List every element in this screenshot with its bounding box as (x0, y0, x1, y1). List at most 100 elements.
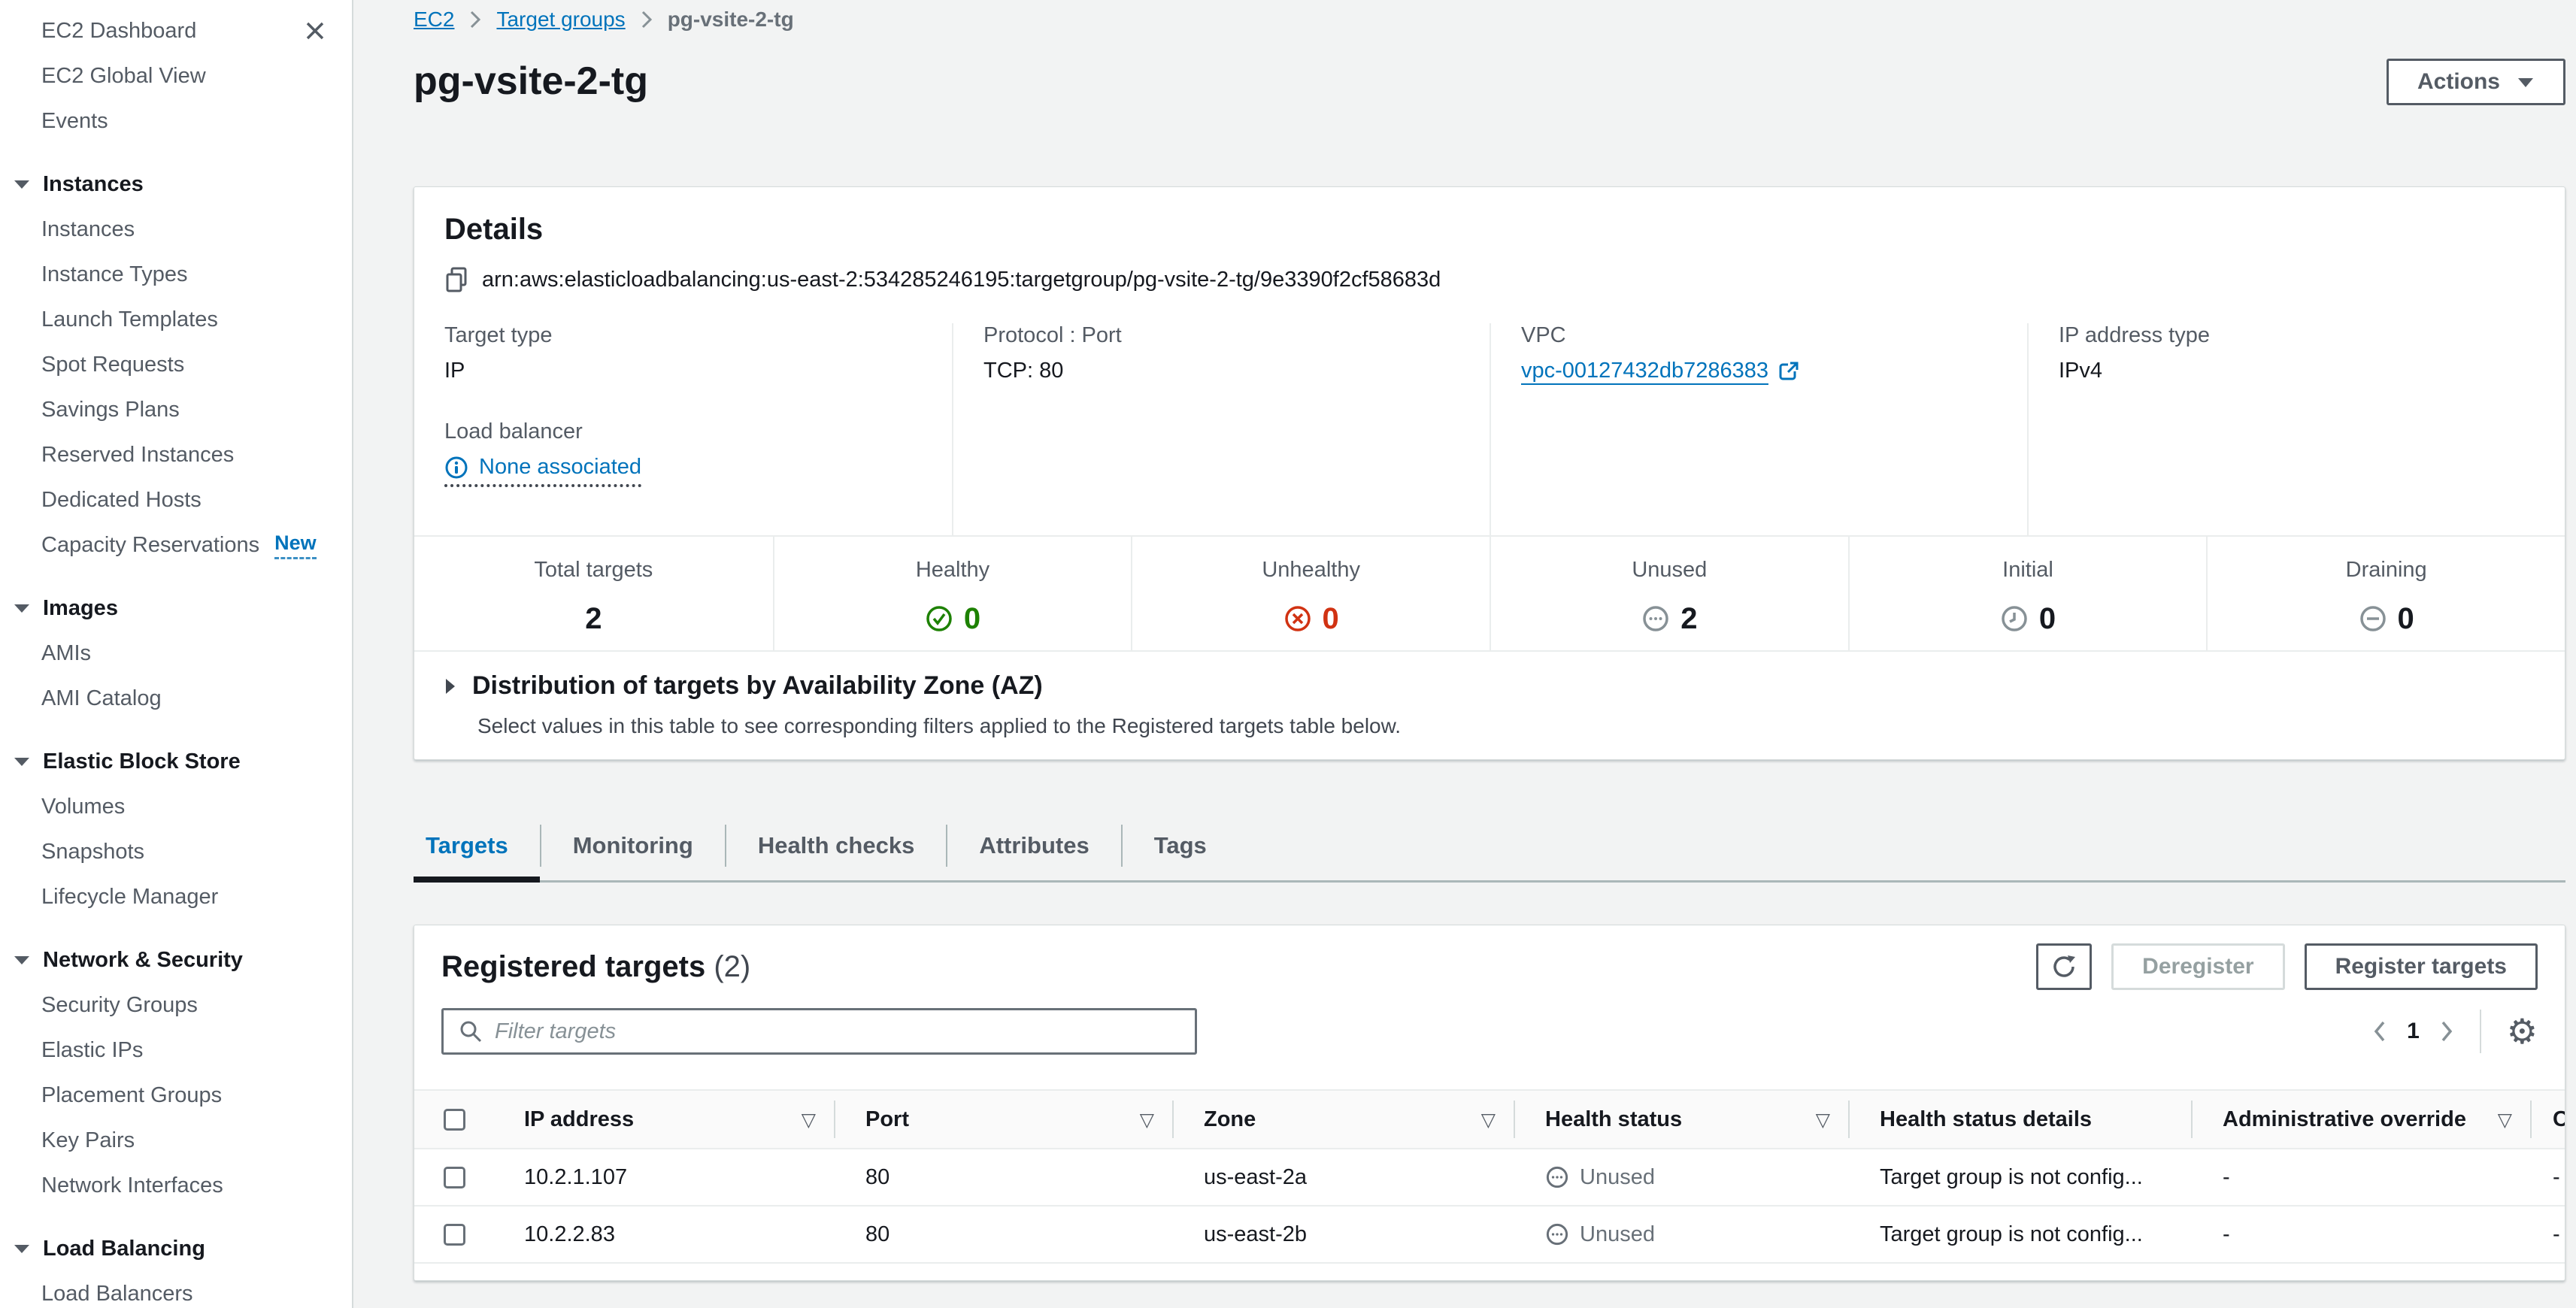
search-icon (459, 1019, 483, 1043)
sidebar-item-load-balancers[interactable]: Load Balancers (0, 1271, 352, 1308)
column-header-ip-address[interactable]: IP address ▽ (494, 1091, 835, 1148)
clock-icon (2000, 604, 2029, 633)
close-icon[interactable] (303, 19, 327, 43)
previous-page-icon[interactable] (2372, 1019, 2387, 1043)
arn-row: arn:aws:elasticloadbalancing:us-east-2:5… (444, 265, 2535, 295)
sidebar-item-label: EC2 Dashboard (41, 19, 196, 44)
copy-icon[interactable] (444, 266, 468, 293)
caret-down-icon (2517, 77, 2535, 88)
refresh-icon (2050, 953, 2077, 980)
target-health-stats: Total targets 2 Healthy 0 Unhealthy 0 Un… (414, 535, 2565, 652)
target-group-arn: arn:aws:elasticloadbalancing:us-east-2:5… (482, 268, 1441, 292)
sidebar-section-header-images[interactable]: Images (0, 586, 352, 631)
next-page-icon[interactable] (2439, 1019, 2454, 1043)
sidebar-item-network-interfaces[interactable]: Network Interfaces (0, 1163, 352, 1208)
sidebar-item-instances[interactable]: Instances (0, 207, 352, 252)
cell-administrative-override: - (2193, 1222, 2532, 1247)
chevron-right-icon (469, 9, 481, 30)
sidebar-item-elastic-ips[interactable]: Elastic IPs (0, 1028, 352, 1073)
sidebar-item-volumes[interactable]: Volumes (0, 784, 352, 829)
sidebar-item-instance-types[interactable]: Instance Types (0, 252, 352, 297)
deregister-button[interactable]: Deregister (2111, 943, 2284, 990)
sidebar-item-capacity-reservations[interactable]: Capacity Reservations New (0, 522, 352, 568)
tab-tags[interactable]: Tags (1123, 811, 1238, 880)
sidebar-item-reserved-instances[interactable]: Reserved Instances (0, 432, 352, 477)
sidebar-section-header-network-security[interactable]: Network & Security (0, 937, 352, 983)
sidebar-item-launch-templates[interactable]: Launch Templates (0, 297, 352, 342)
column-header-health-status-details[interactable]: Health status details (1850, 1091, 2193, 1148)
caret-right-icon (444, 677, 456, 695)
sidebar-section-network-security: Network & Security Security Groups Elast… (0, 937, 352, 1208)
sidebar-item-placement-groups[interactable]: Placement Groups (0, 1073, 352, 1118)
pagination: 1 ⚙ (2372, 1010, 2538, 1053)
tab-attributes[interactable]: Attributes (947, 811, 1120, 880)
load-balancer-none-associated[interactable]: None associated (444, 455, 641, 487)
sidebar-item-ec2-global-view[interactable]: EC2 Global View (0, 53, 352, 98)
ec2-nav-sidebar: EC2 Dashboard EC2 Global View Events Ins… (0, 0, 353, 1308)
tab-health-checks[interactable]: Health checks (726, 811, 947, 880)
cell-port: 80 (835, 1222, 1174, 1247)
field-vpc: VPC vpc-00127432db7286383 (1521, 323, 1997, 383)
page-title: pg-vsite-2-tg (414, 59, 648, 104)
column-header-partial[interactable]: C (2532, 1091, 2565, 1148)
sidebar-item-lifecycle-manager[interactable]: Lifecycle Manager (0, 874, 352, 919)
details-card: Details arn:aws:elasticloadbalancing:us-… (414, 186, 2565, 760)
ellipsis-circle-icon (1545, 1165, 1569, 1189)
sidebar-section-load-balancing: Load Balancing Load Balancers (0, 1226, 352, 1308)
stat-unhealthy: Unhealthy 0 (1131, 537, 1490, 650)
az-distribution-description: Select values in this table to see corre… (477, 714, 2535, 738)
column-header-health-status[interactable]: Health status ▽ (1515, 1091, 1850, 1148)
filter-sort-icon[interactable]: ▽ (802, 1109, 816, 1131)
breadcrumb-link-ec2[interactable]: EC2 (414, 8, 454, 32)
filter-sort-icon[interactable]: ▽ (1816, 1109, 1830, 1131)
external-link-icon (1777, 360, 1800, 383)
column-header-administrative-override[interactable]: Administrative override ▽ (2193, 1091, 2532, 1148)
sidebar-item-snapshots[interactable]: Snapshots (0, 829, 352, 874)
cell-zone: us-east-2b (1174, 1222, 1515, 1247)
table-row[interactable]: 10.2.1.107 80 us-east-2a Unused Target g… (414, 1149, 2565, 1207)
stat-initial: Initial 0 (1848, 537, 2207, 650)
column-header-port[interactable]: Port ▽ (835, 1091, 1174, 1148)
select-all-checkbox[interactable] (444, 1109, 465, 1131)
minus-circle-icon (2359, 604, 2387, 633)
sidebar-item-amis[interactable]: AMIs (0, 631, 352, 676)
filter-targets-input[interactable] (495, 1013, 1180, 1050)
sidebar-section-header-instances[interactable]: Instances (0, 162, 352, 207)
sidebar-item-ec2-dashboard[interactable]: EC2 Dashboard (0, 8, 352, 53)
sidebar-item-key-pairs[interactable]: Key Pairs (0, 1118, 352, 1163)
table-row[interactable]: 10.2.2.83 80 us-east-2b Unused Target gr… (414, 1207, 2565, 1264)
stat-healthy: Healthy 0 (773, 537, 1132, 650)
tab-monitoring[interactable]: Monitoring (541, 811, 725, 880)
sidebar-section-header-ebs[interactable]: Elastic Block Store (0, 739, 352, 784)
sidebar-section-header-load-balancing[interactable]: Load Balancing (0, 1226, 352, 1271)
sidebar-item-security-groups[interactable]: Security Groups (0, 983, 352, 1028)
sidebar-item-savings-plans[interactable]: Savings Plans (0, 387, 352, 432)
row-checkbox[interactable] (444, 1167, 465, 1188)
tab-targets[interactable]: Targets (414, 811, 540, 880)
row-checkbox[interactable] (444, 1224, 465, 1246)
cell-partial: - (2532, 1165, 2565, 1190)
cell-administrative-override: - (2193, 1165, 2532, 1190)
field-protocol-port: Protocol : Port TCP: 80 (983, 323, 1459, 383)
caret-down-icon (14, 603, 30, 613)
column-header-zone[interactable]: Zone ▽ (1174, 1091, 1515, 1148)
info-icon (444, 456, 468, 480)
vpc-link[interactable]: vpc-00127432db7286383 (1521, 359, 1800, 383)
filter-sort-icon[interactable]: ▽ (1140, 1109, 1154, 1131)
filter-sort-icon[interactable]: ▽ (2498, 1109, 2512, 1131)
sidebar-section-images: Images AMIs AMI Catalog (0, 586, 352, 721)
breadcrumb-link-target-groups[interactable]: Target groups (496, 8, 625, 32)
refresh-button[interactable] (2036, 943, 2092, 990)
actions-button[interactable]: Actions (2387, 59, 2565, 105)
stat-total-targets: Total targets 2 (414, 537, 773, 650)
registered-targets-heading: Registered targets (2) (441, 950, 750, 984)
filter-sort-icon[interactable]: ▽ (1481, 1109, 1496, 1131)
sidebar-item-events[interactable]: Events (0, 98, 352, 144)
register-targets-button[interactable]: Register targets (2305, 943, 2538, 990)
table-settings-gear-icon[interactable]: ⚙ (2507, 1014, 2538, 1049)
sidebar-item-dedicated-hosts[interactable]: Dedicated Hosts (0, 477, 352, 522)
sidebar-item-ami-catalog[interactable]: AMI Catalog (0, 676, 352, 721)
az-distribution-toggle[interactable]: Distribution of targets by Availability … (444, 671, 2535, 701)
tab-strip: Targets Monitoring Health checks Attribu… (414, 811, 2565, 883)
sidebar-item-spot-requests[interactable]: Spot Requests (0, 342, 352, 387)
